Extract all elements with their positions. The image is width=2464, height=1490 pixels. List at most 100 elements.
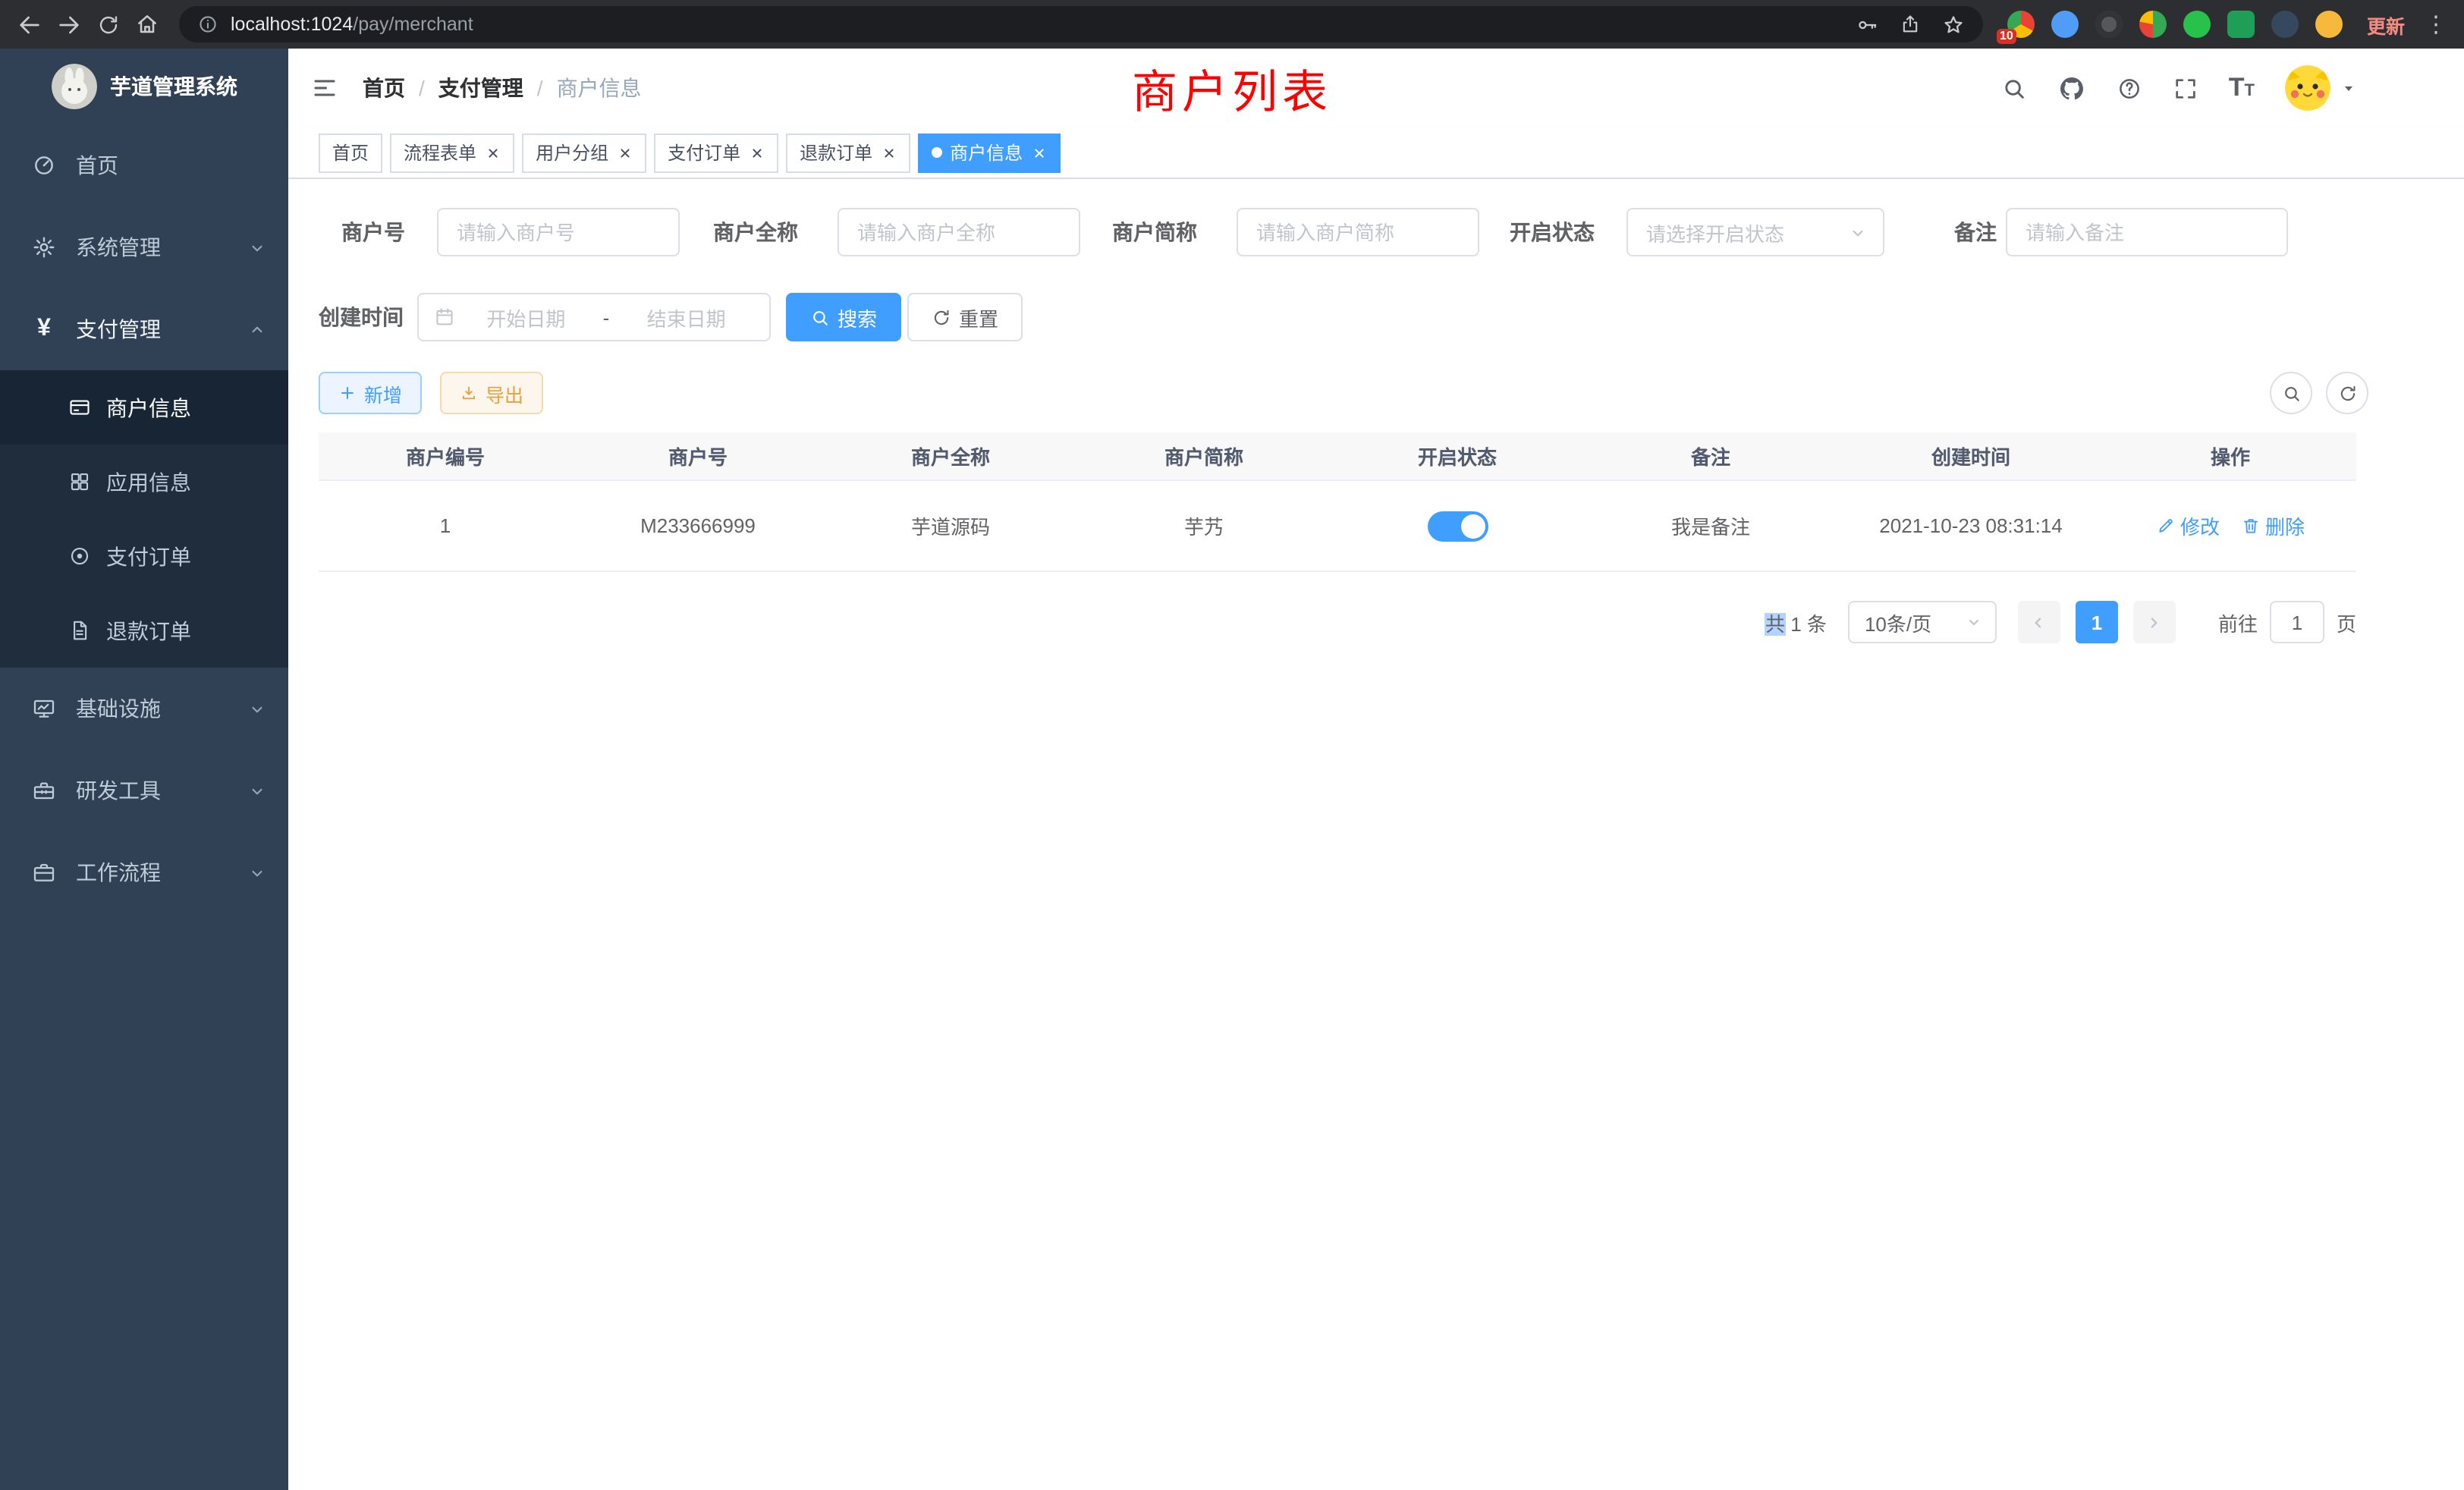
- merchant-no-input[interactable]: [437, 208, 680, 256]
- delete-button[interactable]: 删除: [2241, 511, 2305, 540]
- extension-icon[interactable]: [2095, 11, 2123, 38]
- create-time-range-picker[interactable]: 开始日期 - 结束日期: [417, 293, 771, 341]
- merchant-table: 商户编号 商户号 商户全称 商户简称 开启状态 备注 创建时间 操作 1 M23…: [319, 432, 2356, 572]
- sidebar-item-infrastructure[interactable]: 基础设施: [0, 668, 288, 750]
- edit-button[interactable]: 修改: [2156, 511, 2220, 540]
- export-button[interactable]: 导出: [440, 372, 543, 414]
- export-button-label: 导出: [486, 379, 523, 407]
- short-name-input[interactable]: [1237, 208, 1479, 256]
- sidebar-item-refund-orders[interactable]: 退款订单: [0, 593, 288, 668]
- site-info-icon[interactable]: [197, 14, 218, 35]
- chevron-down-icon: [1848, 222, 1868, 242]
- grid-icon: [67, 470, 91, 493]
- breadcrumb-item[interactable]: 支付管理: [438, 73, 523, 103]
- close-icon[interactable]: [1030, 144, 1047, 161]
- browser-update-button[interactable]: 更新: [2367, 10, 2405, 39]
- tab-merchant-info[interactable]: 商户信息: [918, 133, 1061, 172]
- browser-back-button[interactable]: [9, 5, 49, 44]
- briefcase-icon: [30, 860, 58, 885]
- sidebar-item-system[interactable]: 系统管理: [0, 206, 288, 288]
- status-select[interactable]: 请选择开启状态: [1626, 208, 1884, 256]
- logo-avatar: [51, 64, 96, 109]
- browser-menu-icon[interactable]: ⋮: [2425, 11, 2447, 38]
- sidebar-item-label: 支付订单: [106, 541, 191, 571]
- url-text: localhost:1024/pay/merchant: [231, 14, 473, 35]
- show-search-toggle-button[interactable]: [2270, 372, 2312, 414]
- sidebar-fold-icon[interactable]: [311, 74, 338, 102]
- saved-password-key-icon[interactable]: [1856, 13, 1878, 36]
- profile-avatar-icon[interactable]: [2315, 11, 2343, 38]
- close-icon[interactable]: [748, 144, 765, 161]
- github-icon[interactable]: [2057, 74, 2086, 102]
- fullscreen-icon[interactable]: [2173, 75, 2198, 101]
- next-page-button[interactable]: [2133, 601, 2176, 643]
- address-bar[interactable]: localhost:1024/pay/merchant: [179, 6, 1983, 42]
- browser-home-button[interactable]: [127, 5, 167, 44]
- help-icon[interactable]: [2117, 75, 2142, 101]
- app-logo[interactable]: 芋道管理系统: [0, 49, 288, 124]
- status-select-placeholder: 请选择开启状态: [1646, 218, 1784, 247]
- sidebar-item-dev-tools[interactable]: 研发工具: [0, 750, 288, 831]
- filter-label-remark: 备注: [1954, 208, 1997, 256]
- sidebar-item-label: 应用信息: [106, 467, 191, 497]
- omnibox-actions: [1856, 13, 1965, 36]
- sidebar-item-label: 首页: [76, 150, 267, 181]
- sidebar-item-merchant-info[interactable]: 商户信息: [0, 370, 288, 445]
- cell-actions: 修改 删除: [2104, 511, 2356, 540]
- browser-forward-button[interactable]: [49, 5, 88, 44]
- page-size-value: 10条/页: [1865, 608, 1931, 637]
- toggle-knob: [1460, 514, 1485, 538]
- extension-icon[interactable]: [2271, 11, 2299, 38]
- close-icon[interactable]: [484, 144, 501, 161]
- user-menu[interactable]: [2285, 65, 2358, 111]
- cell-create-time: 2021-10-23 08:31:14: [1837, 514, 2104, 537]
- close-icon[interactable]: [616, 144, 633, 161]
- search-button[interactable]: 搜索: [786, 293, 901, 341]
- font-size-icon[interactable]: TT: [2229, 73, 2255, 103]
- column-header: 开启状态: [1331, 442, 1584, 470]
- sidebar-item-pay-orders[interactable]: 支付订单: [0, 519, 288, 593]
- breadcrumb-item[interactable]: 首页: [363, 73, 405, 103]
- refresh-icon: [932, 307, 951, 327]
- sidebar-item-app-info[interactable]: 应用信息: [0, 445, 288, 519]
- tab-process-form[interactable]: 流程表单: [390, 133, 514, 172]
- sidebar-item-label: 退款订单: [106, 615, 191, 646]
- extension-icon[interactable]: [2183, 11, 2211, 38]
- extension-icon[interactable]: [2227, 11, 2255, 38]
- pagination-total: 共 1 条: [1765, 608, 1827, 637]
- bookmark-star-icon[interactable]: [1942, 13, 1965, 36]
- status-toggle[interactable]: [1427, 511, 1488, 541]
- page-size-select[interactable]: 10条/页: [1848, 601, 1997, 643]
- sidebar-item-label: 支付管理: [76, 314, 247, 344]
- filter-label-short-name: 商户简称: [1112, 208, 1197, 256]
- browser-reload-button[interactable]: [88, 5, 127, 44]
- column-header: 商户编号: [319, 442, 572, 470]
- add-button[interactable]: 新增: [319, 372, 422, 414]
- search-icon[interactable]: [2001, 75, 2027, 101]
- reset-button[interactable]: 重置: [907, 293, 1023, 341]
- page-jump-input[interactable]: [2270, 601, 2324, 643]
- extension-icon[interactable]: [2139, 11, 2167, 38]
- sidebar-item-label: 系统管理: [76, 232, 247, 262]
- full-name-input[interactable]: [838, 208, 1080, 256]
- share-icon[interactable]: [1900, 14, 1921, 35]
- header-actions: TT: [2001, 65, 2464, 111]
- edit-icon: [2156, 516, 2176, 536]
- tab-home[interactable]: 首页: [319, 133, 382, 172]
- prev-page-button[interactable]: [2018, 601, 2060, 643]
- extension-icon[interactable]: 10: [2007, 11, 2035, 38]
- breadcrumb-separator: /: [537, 76, 543, 100]
- tab-pay-orders[interactable]: 支付订单: [654, 133, 778, 172]
- close-icon[interactable]: [880, 144, 897, 161]
- extension-icon[interactable]: [2051, 11, 2079, 38]
- page-number-current[interactable]: 1: [2076, 601, 2118, 643]
- sidebar-item-payment[interactable]: ¥ 支付管理: [0, 288, 288, 370]
- tab-refund-orders[interactable]: 退款订单: [786, 133, 910, 172]
- payment-submenu: 商户信息 应用信息 支付订单 退款订单: [0, 370, 288, 668]
- sidebar-item-workflow[interactable]: 工作流程: [0, 831, 288, 913]
- sidebar-item-home[interactable]: 首页: [0, 124, 288, 206]
- remark-input[interactable]: [2006, 208, 2288, 256]
- refresh-table-button[interactable]: [2326, 372, 2368, 414]
- tab-user-group[interactable]: 用户分组: [522, 133, 646, 172]
- breadcrumb-item-current: 商户信息: [557, 73, 642, 103]
